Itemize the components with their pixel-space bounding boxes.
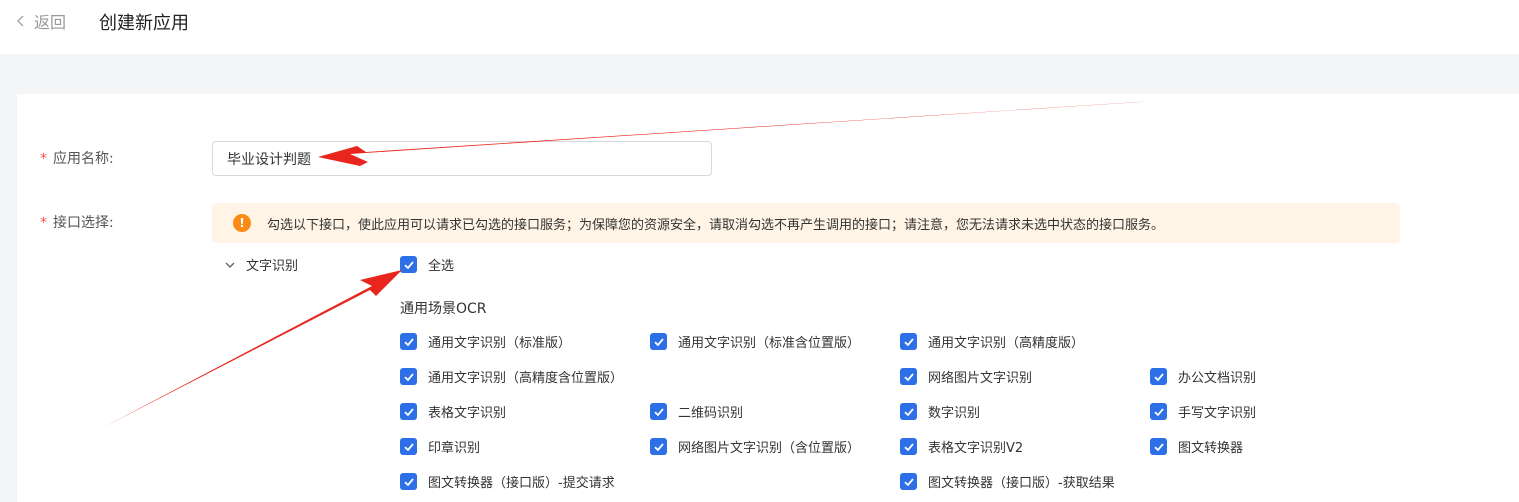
checkbox-checked-icon xyxy=(400,368,417,385)
checkbox-checked-icon xyxy=(1150,368,1167,385)
checkbox-checked-icon xyxy=(400,403,417,420)
checkbox-checked-icon xyxy=(1150,403,1167,420)
checkbox-checked-icon xyxy=(650,333,667,350)
api-checkbox[interactable]: 图文转换器 xyxy=(1150,437,1243,456)
api-label: 图文转换器（接口版）-提交请求 xyxy=(428,476,615,491)
api-checkbox[interactable]: 手写文字识别 xyxy=(1150,402,1256,421)
api-checkbox[interactable]: 通用文字识别（高精度含位置版） xyxy=(400,367,623,386)
api-checkbox[interactable]: 网络图片文字识别（含位置版） xyxy=(650,437,860,456)
api-label: 通用文字识别（高精度版） xyxy=(928,336,1085,351)
api-selection-label-text: 接口选择: xyxy=(53,215,114,231)
category-label: 文字识别 xyxy=(246,259,299,274)
back-label: 返回 xyxy=(34,13,67,32)
checkbox-checked-icon xyxy=(400,333,417,350)
checkbox-checked-icon xyxy=(1150,438,1167,455)
header-divider-band xyxy=(0,54,1519,94)
api-label: 印章识别 xyxy=(428,441,481,456)
api-checkbox[interactable]: 网络图片文字识别 xyxy=(900,367,1032,386)
api-checkbox[interactable]: 图文转换器（接口版）-提交请求 xyxy=(400,472,615,491)
required-mark: * xyxy=(40,151,47,167)
api-label: 通用文字识别（标准版） xyxy=(428,336,572,351)
checkbox-checked-icon xyxy=(400,438,417,455)
api-label: 网络图片文字识别（含位置版） xyxy=(678,441,861,456)
select-all-label: 全选 xyxy=(428,259,455,274)
app-name-label-text: 应用名称: xyxy=(53,151,114,167)
checkbox-checked-icon xyxy=(650,403,667,420)
checkbox-checked-icon xyxy=(900,403,917,420)
api-checkbox[interactable]: 图文转换器（接口版）-获取结果 xyxy=(900,472,1115,491)
app-name-input[interactable] xyxy=(212,141,712,176)
api-checkbox[interactable]: 通用文字识别（高精度版） xyxy=(900,332,1084,351)
api-label: 二维码识别 xyxy=(678,406,744,421)
left-gutter xyxy=(0,94,17,502)
annotation-arrow-to-select-all xyxy=(102,270,402,428)
api-label: 数字识别 xyxy=(928,406,981,421)
select-all-checkbox[interactable]: 全选 xyxy=(400,255,454,274)
api-checkbox[interactable]: 数字识别 xyxy=(900,402,980,421)
checkbox-checked-icon xyxy=(900,438,917,455)
checkbox-checked-icon xyxy=(400,256,417,273)
api-label: 办公文档识别 xyxy=(1178,371,1257,386)
top-bar: 返回 创建新应用 xyxy=(0,0,1519,54)
api-checkbox[interactable]: 表格文字识别 xyxy=(400,402,506,421)
api-label: 图文转换器 xyxy=(1178,441,1244,456)
warning-icon: ! xyxy=(233,214,251,232)
api-label: 图文转换器（接口版）-获取结果 xyxy=(928,476,1115,491)
api-checkbox[interactable]: 印章识别 xyxy=(400,437,480,456)
api-label: 网络图片文字识别 xyxy=(928,371,1033,386)
api-label: 通用文字识别（标准含位置版） xyxy=(678,336,861,351)
checkbox-checked-icon xyxy=(900,333,917,350)
checkbox-checked-icon xyxy=(900,473,917,490)
api-selection-label: * 接口选择: xyxy=(40,212,114,232)
notice-banner: ! 勾选以下接口，使此应用可以请求已勾选的接口服务；为保障您的资源安全，请取消勾… xyxy=(212,203,1400,243)
checkbox-checked-icon xyxy=(650,438,667,455)
api-checkbox[interactable]: 通用文字识别（标准版） xyxy=(400,332,571,351)
checkbox-checked-icon xyxy=(900,368,917,385)
api-checkbox[interactable]: 办公文档识别 xyxy=(1150,367,1256,386)
app-name-label: * 应用名称: xyxy=(40,148,114,168)
category-toggle[interactable]: 文字识别 xyxy=(224,255,298,274)
api-label: 手写文字识别 xyxy=(1178,406,1257,421)
page-title: 创建新应用 xyxy=(99,13,189,34)
notice-text: 勾选以下接口，使此应用可以请求已勾选的接口服务；为保障您的资源安全，请取消勾选不… xyxy=(267,217,1165,233)
api-label: 表格文字识别V2 xyxy=(928,441,1024,456)
back-button[interactable]: 返回 xyxy=(14,9,66,33)
api-checkbox[interactable]: 二维码识别 xyxy=(650,402,743,421)
chevron-down-icon xyxy=(225,262,235,268)
section-title: 通用场景OCR xyxy=(400,301,487,317)
required-mark: * xyxy=(40,215,47,231)
api-checkbox[interactable]: 表格文字识别V2 xyxy=(900,437,1023,456)
api-label: 通用文字识别（高精度含位置版） xyxy=(428,371,624,386)
checkbox-checked-icon xyxy=(400,473,417,490)
api-label: 表格文字识别 xyxy=(428,406,507,421)
chevron-left-icon xyxy=(16,15,24,27)
api-checkbox[interactable]: 通用文字识别（标准含位置版） xyxy=(650,332,860,351)
